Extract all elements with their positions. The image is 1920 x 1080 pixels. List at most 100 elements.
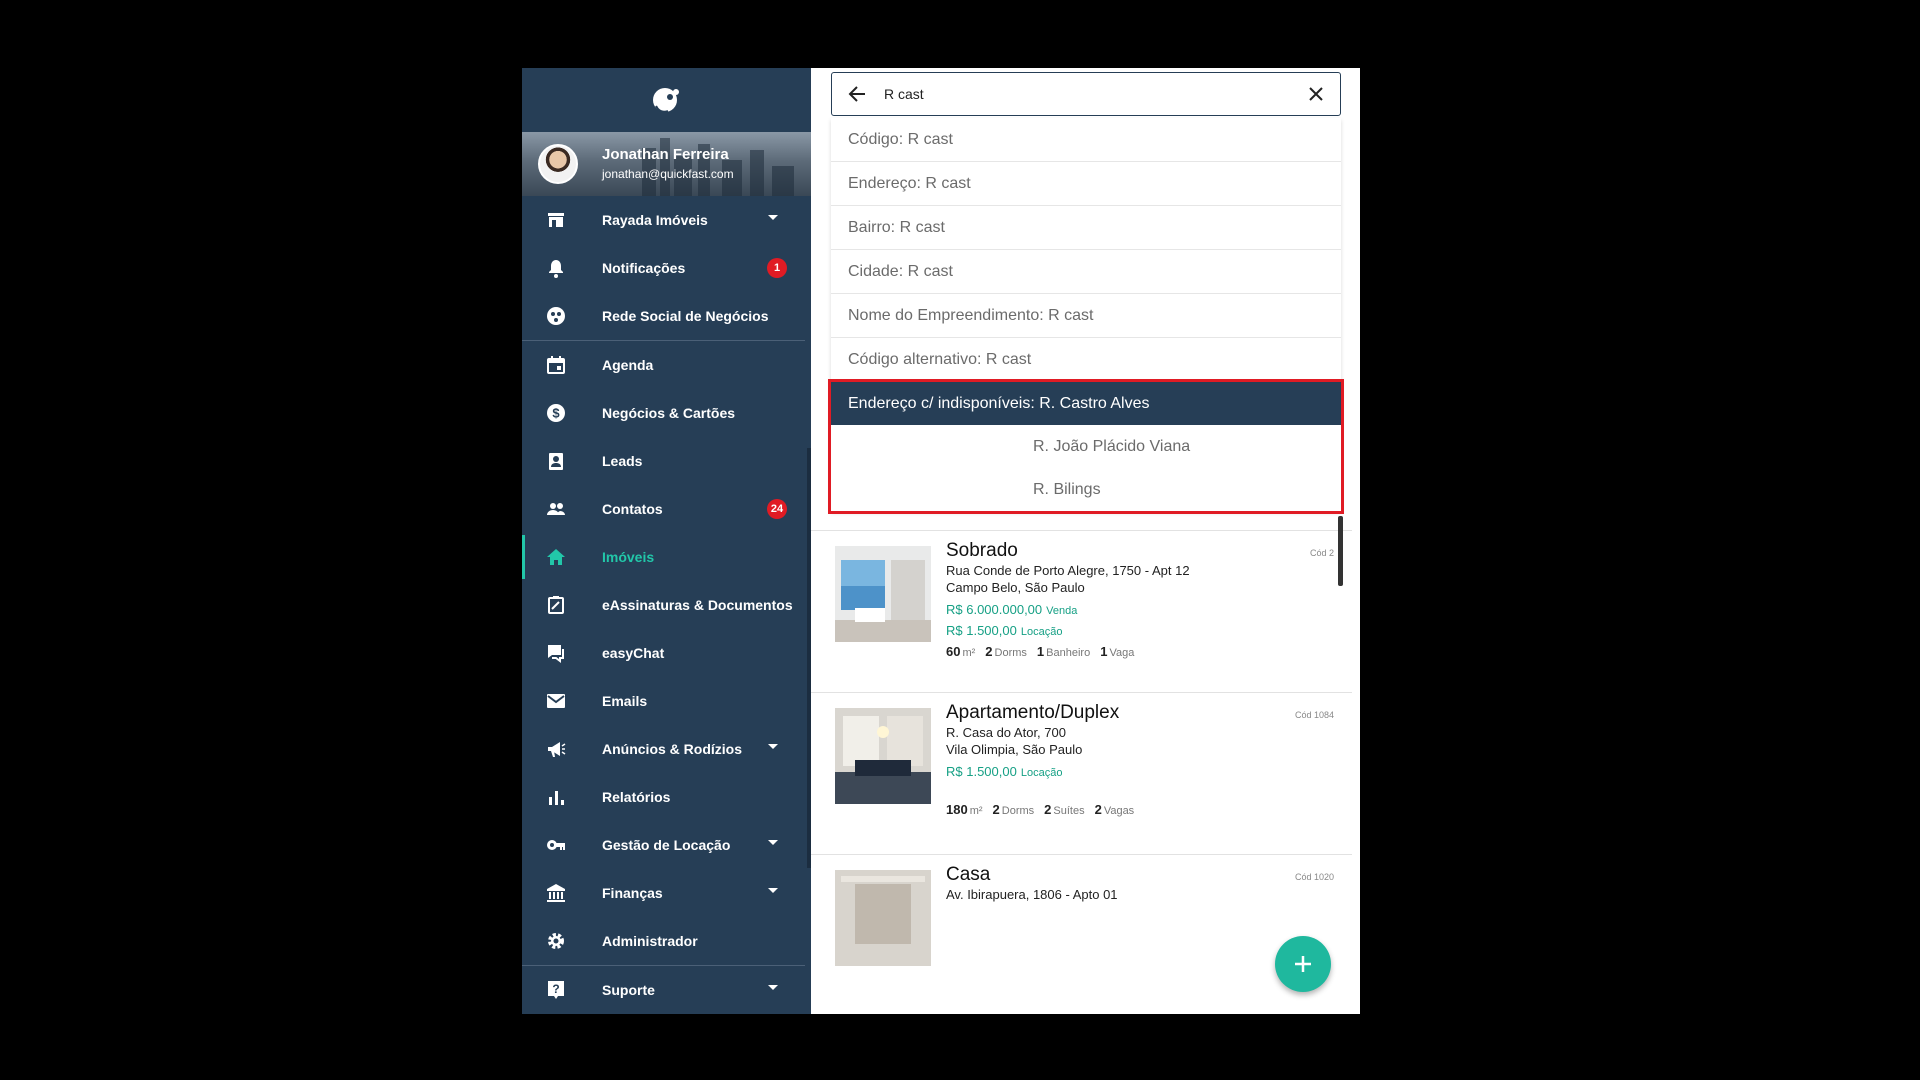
help-icon: ? [548, 981, 564, 999]
feature: 1 Banheiro [1037, 644, 1090, 659]
property-card[interactable]: Casa Cód 1020 Av. Ibirapuera, 1806 - Apto … [811, 854, 1352, 1014]
sidebar-item[interactable]: Rayada Imóveis [522, 196, 811, 244]
sidebar-item[interactable]: Leads [522, 437, 811, 485]
property-address: Av. Ibirapuera, 1806 - Apto 01 [946, 887, 1118, 902]
price-kind: Locação [1020, 626, 1063, 638]
sidebar-item-label: Finanças [602, 885, 663, 901]
sidebar-item[interactable]: Emails [522, 677, 811, 725]
property-code: Cód 1020 [1294, 872, 1334, 882]
feature-count: 1 [1036, 644, 1045, 659]
property-address: Rua Conde de Porto Alegre, 1750 - Apt 12 [946, 563, 1190, 578]
property-price: R$ 6.000.000,00 Venda [946, 602, 1077, 617]
logo-area [522, 68, 811, 132]
chevron-down-icon [768, 985, 778, 990]
feature-unit: Dorms [1001, 805, 1035, 817]
property-thumbnail[interactable] [835, 546, 931, 642]
search-input[interactable] [884, 83, 1284, 105]
sidebar-item[interactable]: $ Negócios & Cartões [522, 389, 811, 437]
chevron-down-icon [768, 215, 778, 220]
feature-unit: m² [969, 805, 983, 817]
property-card[interactable]: Apartamento/Duplex Cód 1084 R. Casa do Ato… [811, 692, 1352, 855]
suggestion-item[interactable]: Endereço: R cast [831, 162, 1341, 206]
suggestion-item[interactable]: Cidade: R cast [831, 250, 1341, 294]
feature: 2 Suítes [1044, 802, 1084, 817]
main-scrollbar[interactable] [1338, 516, 1343, 586]
sidebar-item-label: Anúncios & Rodízios [602, 741, 742, 757]
svg-text:?: ? [552, 982, 559, 996]
avatar[interactable] [538, 144, 578, 184]
property-location: Campo Belo, São Paulo [946, 580, 1085, 595]
megaphone-icon [548, 742, 566, 757]
sidebar-nav: Rayada Imóveis Notificações 1 Rede Social d… [522, 196, 811, 1014]
sidebar-item[interactable]: Finanças [522, 869, 811, 917]
back-arrow-icon[interactable] [848, 85, 866, 103]
chevron-down-icon [768, 840, 778, 845]
calendar-icon [547, 356, 565, 374]
signature-icon [548, 596, 564, 614]
key-icon [547, 840, 565, 850]
property-address: R. Casa do Ator, 700 [946, 725, 1066, 740]
address-suggestion-group: Endereço c/ indisponíveis: R. Castro Alv… [828, 379, 1344, 514]
feature: 2Dorms [985, 644, 1027, 659]
user-name: Jonathan Ferreira [602, 146, 729, 163]
close-icon[interactable] [1308, 86, 1324, 102]
app-window: Jonathan Ferreira jonathan@quickfast.com… [522, 68, 1360, 1014]
property-thumbnail[interactable] [835, 708, 931, 804]
sidebar-item[interactable]: Rede Social de Negócios [522, 292, 811, 340]
user-profile[interactable]: Jonathan Ferreira jonathan@quickfast.com [522, 132, 811, 196]
sidebar-item[interactable]: eAssinaturas & Documentos [522, 581, 811, 629]
feature-count: 2 [992, 802, 1000, 817]
sidebar-item-label: Rede Social de Negócios [602, 308, 769, 324]
suggestion-item[interactable]: Bairro: R cast [831, 206, 1341, 250]
search-bar [831, 72, 1341, 116]
sidebar-item-label: Suporte [602, 982, 655, 998]
feature-count: 1 [1100, 644, 1108, 659]
sidebar-item-label: Administrador [602, 933, 698, 949]
feature-unit: Banheiro [1046, 647, 1091, 659]
feature-count: 60 [946, 644, 961, 659]
suggestion-item[interactable]: Nome do Empreendimento: R cast [831, 294, 1341, 338]
sidebar-item[interactable]: Relatórios [522, 773, 811, 821]
suggestion-sub-item[interactable]: R. Bilings [831, 468, 1341, 511]
dollar-icon: $ [547, 404, 565, 422]
sidebar-item[interactable]: Anúncios & Rodízios [522, 725, 811, 773]
sidebar-item-label: Emails [602, 693, 648, 709]
add-button[interactable] [1275, 936, 1331, 992]
sidebar-item[interactable]: ? Suporte [522, 966, 811, 1014]
search-suggestions: Código: R cast Endereço: R cast Bairro: R … [828, 118, 1344, 514]
sidebar-item[interactable]: Agenda [522, 341, 811, 389]
sidebar-item[interactable]: Administrador [522, 917, 811, 965]
sidebar-item[interactable]: Imóveis [522, 533, 811, 581]
feature-count: 2 [1094, 802, 1102, 817]
property-type: Casa [946, 864, 991, 885]
property-features: 60 m² 2 Dorms 1 Banheiro 1 Vaga [946, 644, 1144, 659]
chat-icon [548, 645, 564, 663]
property-type: Apartamento/Duplex [946, 702, 1120, 723]
svg-text:$: $ [552, 406, 560, 421]
plus-icon [1295, 956, 1311, 972]
property-thumbnail[interactable] [835, 870, 931, 966]
property-code: Cód 2 [1309, 548, 1334, 558]
network-icon [547, 307, 565, 325]
sidebar-item-label: Gestão de Locação [602, 837, 731, 853]
people-icon [547, 503, 565, 515]
feature-count: 2 [985, 644, 993, 659]
property-type: Sobrado [946, 540, 1018, 561]
suggestion-active[interactable]: Endereço c/ indisponíveis: R. Castro Alv… [831, 382, 1341, 425]
sidebar-item[interactable]: Contatos 24 [522, 485, 811, 533]
suggestion-sub-item[interactable]: R. João Plácido Viana [831, 425, 1341, 468]
sidebar-item-label: Notificações [602, 260, 686, 276]
property-price: R$ 1.500,00 Locação [946, 623, 1062, 638]
price-kind: Venda [1046, 605, 1078, 617]
feature: 2Dorms [993, 802, 1035, 817]
property-card[interactable]: Sobrado Cód 2 Rua Conde de Porto Alegre, 1… [811, 530, 1352, 693]
home-icon [547, 549, 565, 565]
suggestion-item[interactable]: Código: R cast [831, 118, 1341, 162]
sidebar-item[interactable]: easyChat [522, 629, 811, 677]
suggestion-item[interactable]: Código alternativo: R cast [831, 338, 1341, 382]
sidebar-item[interactable]: Notificações 1 [522, 244, 811, 292]
bank-icon [547, 884, 565, 902]
bell-icon [549, 260, 563, 278]
price-value: R$ 1.500,00 [946, 764, 1017, 779]
sidebar-item[interactable]: Gestão de Locação [522, 821, 811, 869]
